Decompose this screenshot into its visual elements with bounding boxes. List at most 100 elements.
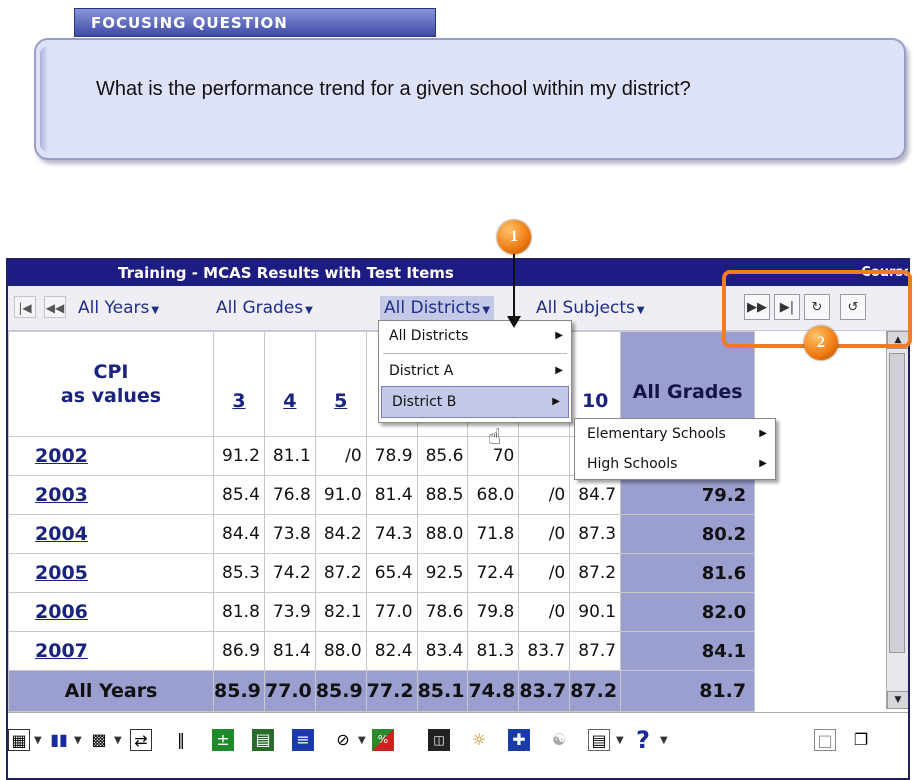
value-cell: 88.5 [416,475,469,515]
filter-subjects-label: All Subjects [536,298,635,318]
total-cell: 85.1 [416,670,469,712]
value-cell: 81.1 [263,436,316,476]
measure-header-line2: as values [60,385,162,407]
hide-nulls-icon[interactable]: ≡ [292,729,314,751]
value-cell: 85.3 [213,553,265,593]
previous-page-icon[interactable]: ◀◀ [44,296,66,318]
chevron-down-icon: ▼ [305,305,313,316]
value-cell: 73.8 [263,514,316,554]
copy-icon[interactable]: ❐ [850,729,872,751]
hand-cursor-icon: ☝ [488,425,502,450]
filter-subjects[interactable]: All Subjects ▼ [536,298,645,318]
help-icon[interactable]: ? [632,728,654,752]
chevron-down-icon[interactable]: ▼ [114,735,122,746]
chevron-right-icon: ▶ [759,428,767,439]
value-cell: /0 [314,436,367,476]
year-link[interactable]: 2002 [8,436,214,476]
scroll-thumb[interactable] [889,353,905,653]
value-cell: 92.5 [416,553,469,593]
value-cell: 82.4 [365,631,418,671]
menu-item-elementary-schools[interactable]: Elementary Schools ▶ [575,419,775,449]
value-cell: 79.8 [467,592,520,632]
year-link[interactable]: 2004 [8,514,214,554]
focusing-question-label: FOCUSING QUESTION [74,8,436,37]
drill-icon[interactable]: ☼ [468,729,490,751]
save-icon[interactable]: □ [814,729,836,751]
filter-grades[interactable]: All Grades ▼ [216,298,313,318]
grade-header-5[interactable]: 5 [314,331,367,437]
value-cell: 84.2 [314,514,367,554]
chevron-right-icon: ▶ [555,330,563,341]
total-cell: 74.8 [467,670,520,712]
filter-years-label: All Years [78,298,150,318]
chevron-down-icon[interactable]: ▼ [660,735,668,746]
display-options-icon[interactable]: ⊘ [332,729,354,751]
swap-axes-icon[interactable]: ⇄ [130,729,152,751]
focusing-question-text: What is the performance trend for a give… [96,78,691,100]
grade-header-4[interactable]: 4 [263,331,316,437]
menu-item-label: District A [389,363,454,379]
first-page-icon[interactable]: |◀ [14,296,36,318]
value-cell: 72.4 [467,553,520,593]
value-cell: 87.2 [314,553,367,593]
value-cell: 81.4 [263,631,316,671]
value-cell: 86.9 [213,631,265,671]
chevron-down-icon[interactable]: ▼ [74,735,82,746]
year-link[interactable]: 2003 [8,475,214,515]
table-row: 2006 81.8 73.9 82.1 77.0 78.6 79.8/0 90.1 82.0 [8,592,756,632]
chevron-down-icon[interactable]: ▼ [358,735,366,746]
window-title: Training - MCAS Results with Test Items [118,264,454,282]
report-icon[interactable]: ☯ [548,729,570,751]
value-cell: 87.3 [569,514,622,554]
value-cell: 65.4 [365,553,418,593]
chevron-right-icon: ▶ [759,458,767,469]
highlight-icon[interactable]: ◫ [428,729,450,751]
value-cell: 81.3 [467,631,520,671]
menu-item-high-schools[interactable]: High Schools ▶ [575,449,775,479]
total-cell: 83.7 [518,670,571,712]
top-bottom-icon[interactable]: % [372,729,394,751]
scroll-down-icon[interactable]: ▼ [887,691,908,709]
chevron-down-icon[interactable]: ▼ [616,735,624,746]
value-cell: 73.9 [263,592,316,632]
callout-2: 2 [804,326,838,360]
value-cell: 74.2 [263,553,316,593]
chart-type-icon[interactable]: ▩ [88,729,110,751]
bar-chart-icon[interactable]: ▮▮ [48,729,70,751]
filter-years[interactable]: All Years ▼ [78,298,159,318]
callout-1: 1 [497,220,531,254]
focusing-question-box: What is the performance trend for a give… [34,38,906,160]
vertical-scrollbar[interactable]: ▲ ▼ [886,331,908,709]
bottom-toolbar: ▦ ▼ ▮▮ ▼ ▩ ▼ ⇄ ‖ ± ▤ ≡ ⊘ ▼ % ◫ ☼ ✚ ☯ ▤ ▼… [8,712,908,778]
value-cell: 87.2 [569,553,622,593]
calculate-icon[interactable]: ± [212,729,234,751]
menu-item-all-districts[interactable]: All Districts ▶ [379,321,571,351]
callout-arrowhead [507,316,521,328]
total-cell: 85.9 [213,670,265,712]
sort-icon[interactable]: ▤ [252,729,274,751]
columns-icon[interactable]: ‖ [170,729,192,751]
grid-view-icon[interactable]: ▦ [8,729,30,751]
year-link[interactable]: 2006 [8,592,214,632]
menu-item-district-b[interactable]: District B ▶ [381,386,569,418]
value-cell: 90.1 [569,592,622,632]
row-total-cell: 79.2 [620,475,756,515]
filter-districts[interactable]: All Districts ▼ [380,296,495,320]
menu-item-label: Elementary Schools [587,426,726,442]
chevron-down-icon[interactable]: ▼ [34,735,42,746]
page-icon[interactable]: ▤ [588,729,610,751]
grand-total-cell: 81.7 [620,670,756,712]
year-link[interactable]: 2005 [8,553,214,593]
value-cell: 77.0 [365,592,418,632]
menu-item-district-a[interactable]: District A ▶ [379,356,571,386]
add-icon[interactable]: ✚ [508,729,530,751]
year-link[interactable]: 2007 [8,631,214,671]
value-cell: /0 [518,514,571,554]
value-cell: 82.1 [314,592,367,632]
total-row-label[interactable]: All Years [8,670,214,712]
value-cell: 85.4 [213,475,265,515]
grade-header-3[interactable]: 3 [213,331,265,437]
value-cell: 84.7 [569,475,622,515]
value-cell: 83.7 [518,631,571,671]
chevron-right-icon: ▶ [555,365,563,376]
